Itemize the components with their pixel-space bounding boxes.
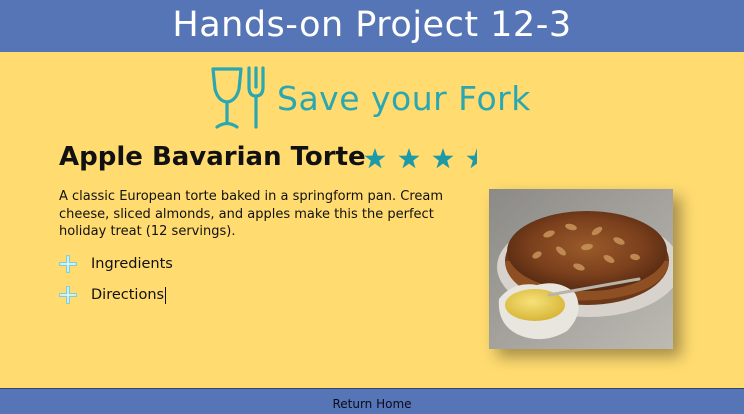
star-icon (364, 148, 386, 169)
star-icon (398, 148, 420, 169)
recipe-photo (489, 189, 673, 349)
star-rating (364, 146, 500, 172)
logo-text: Save your Fork (277, 78, 531, 118)
directions-label: Directions (91, 287, 165, 303)
page-header: Hands-on Project 12-3 (0, 0, 744, 52)
plus-icon (59, 255, 77, 273)
wine-glass-and-fork-icon (211, 66, 265, 129)
plus-icon (59, 286, 77, 304)
return-home-link[interactable]: Return Home (332, 397, 411, 411)
text-cursor (165, 286, 167, 304)
page-footer: Return Home (0, 388, 744, 414)
recipe-description: A classic European torte baked in a spri… (59, 189, 444, 239)
site-logo: Save your Fork (209, 64, 531, 132)
star-icon (432, 148, 454, 169)
recipe-title: Apple Bavarian Torte (59, 142, 366, 172)
ingredients-label: Ingredients (91, 256, 173, 272)
directions-toggle[interactable]: Directions (59, 286, 167, 304)
half-star-icon (466, 148, 477, 169)
apple-torte-photo (489, 189, 673, 349)
page-title: Hands-on Project 12-3 (172, 5, 572, 45)
ingredients-toggle[interactable]: Ingredients (59, 255, 173, 273)
